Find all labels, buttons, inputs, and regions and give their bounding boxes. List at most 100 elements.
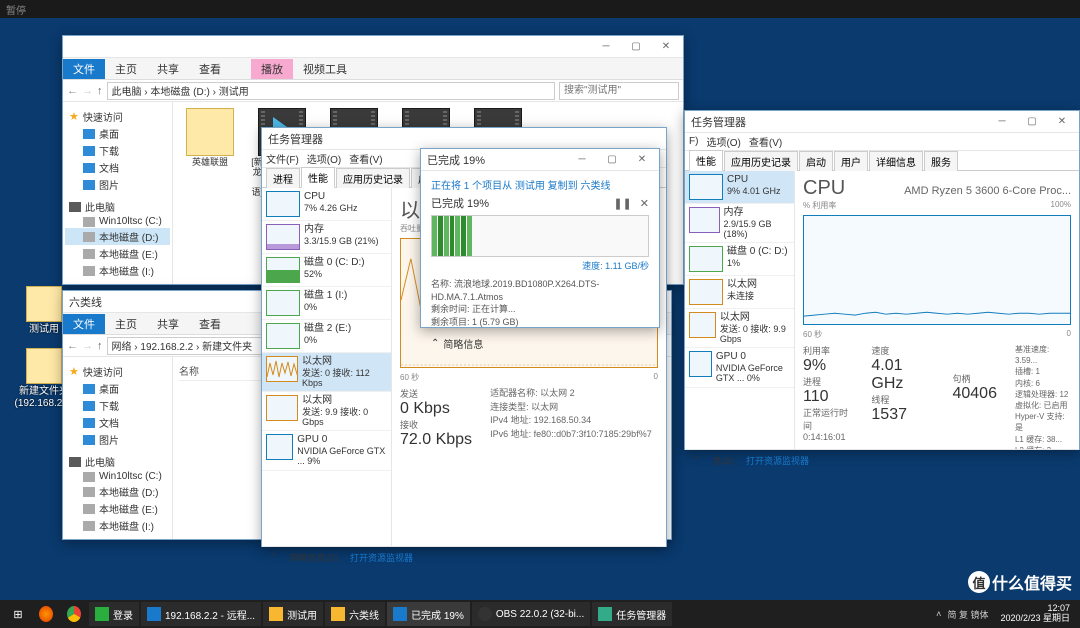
nav-pictures[interactable]: 图片: [65, 176, 170, 193]
cancel-button[interactable]: ✕: [640, 197, 649, 210]
search-input[interactable]: [559, 82, 679, 100]
start-button[interactable]: ⊞: [4, 600, 32, 628]
taskbar-item-obs[interactable]: OBS 22.0.2 (32-bi...: [472, 602, 590, 626]
tab-performance[interactable]: 性能: [689, 150, 723, 171]
tab-view[interactable]: 查看: [189, 59, 231, 79]
titlebar[interactable]: 已完成 19% ─▢✕: [421, 149, 659, 171]
nav-downloads[interactable]: 下载: [65, 142, 170, 159]
perf-item-gpu[interactable]: GPU 0NVIDIA GeForce GTX ... 0%: [685, 348, 794, 387]
menu-view[interactable]: 查看(V): [749, 134, 782, 149]
tab-startup[interactable]: 启动: [799, 151, 833, 171]
menu-view[interactable]: 查看(V): [349, 151, 382, 166]
open-resmon-link[interactable]: 打开资源监视器: [350, 551, 413, 564]
tab-history[interactable]: 应用历史记录: [336, 168, 410, 188]
chevron-up-icon[interactable]: ⌃: [693, 455, 701, 466]
perf-item-gpu[interactable]: GPU 0NVIDIA GeForce GTX ... 9%: [262, 431, 391, 470]
nav-documents[interactable]: 文档: [65, 414, 170, 431]
copy-more-toggle[interactable]: ⌃简略信息: [431, 336, 649, 351]
task-manager-right[interactable]: 任务管理器 ─▢✕ F) 选项(O) 查看(V) 性能 应用历史记录 启动 用户…: [684, 110, 1080, 450]
nav-documents[interactable]: 文档: [65, 159, 170, 176]
taskbar-item-six[interactable]: 六类线: [325, 602, 385, 626]
tab-processes[interactable]: 进程: [266, 168, 300, 188]
tab-users[interactable]: 用户: [834, 151, 868, 171]
perf-item-eth1[interactable]: 以太网发送: 0 接收: 9.9 Gbps: [685, 309, 794, 348]
perf-item-disk1[interactable]: 磁盘 1 (I:)0%: [262, 287, 391, 320]
minimize-button[interactable]: ─: [591, 37, 621, 57]
taskbar-clock[interactable]: 12:072020/2/23 星期日: [994, 604, 1076, 624]
maximize-button[interactable]: ▢: [597, 150, 627, 170]
nav-drive-e[interactable]: 本地磁盘 (E:): [65, 245, 170, 262]
chevron-up-icon[interactable]: ⌃: [270, 552, 278, 563]
tab-details[interactable]: 详细信息: [869, 151, 923, 171]
taskbar-item-tm[interactable]: 任务管理器: [592, 602, 672, 626]
tab-video-tools[interactable]: 视频工具: [293, 59, 357, 79]
taskbar-item-copy[interactable]: 已完成 19%: [387, 602, 470, 626]
tab-home[interactable]: 主页: [105, 59, 147, 79]
tab-performance[interactable]: 性能: [301, 167, 335, 188]
perf-item-disk0[interactable]: 磁盘 0 (C: D:)1%: [685, 243, 794, 276]
ime-indicator[interactable]: 简 复 镜体: [947, 608, 988, 621]
menu-options[interactable]: 选项(O): [307, 151, 341, 166]
perf-item-disk0[interactable]: 磁盘 0 (C: D:)52%: [262, 254, 391, 287]
open-resmon-link[interactable]: 打开资源监视器: [746, 454, 809, 467]
menu-file[interactable]: F): [689, 136, 698, 147]
menu-options[interactable]: 选项(O): [706, 134, 740, 149]
nav-drive-i[interactable]: 本地磁盘 (I:): [65, 517, 170, 534]
tab-play[interactable]: 播放: [251, 59, 293, 79]
pause-button[interactable]: ❚❚: [613, 197, 631, 210]
nav-thispc[interactable]: 此电脑: [69, 199, 170, 214]
nav-thispc[interactable]: 此电脑: [69, 454, 170, 469]
nav-drive-d[interactable]: 本地磁盘 (D:): [65, 483, 170, 500]
minimize-button[interactable]: ─: [567, 150, 597, 170]
close-button[interactable]: ✕: [651, 37, 681, 57]
perf-item-disk2[interactable]: 磁盘 2 (E:)0%: [262, 320, 391, 353]
nav-fwd-icon[interactable]: →: [82, 85, 93, 97]
maximize-button[interactable]: ▢: [621, 37, 651, 57]
nav-up-icon[interactable]: ↑: [97, 340, 103, 352]
taskbar-item-rdp[interactable]: 192.168.2.2 - 远程...: [141, 602, 261, 626]
nav-drive-i[interactable]: 本地磁盘 (I:): [65, 262, 170, 279]
address-bar[interactable]: 此电脑 › 本地磁盘 (D:) › 测试用: [107, 82, 556, 100]
titlebar[interactable]: 任务管理器 ─▢✕: [685, 111, 1079, 133]
file-item-folder[interactable]: 英雄联盟: [179, 108, 241, 168]
nav-pictures[interactable]: 图片: [65, 431, 170, 448]
nav-fwd-icon[interactable]: →: [82, 340, 93, 352]
nav-quick-access[interactable]: ★快速访问: [69, 364, 170, 379]
tab-share[interactable]: 共享: [147, 59, 189, 79]
close-button[interactable]: ✕: [1047, 112, 1077, 132]
tab-services[interactable]: 服务: [924, 151, 958, 171]
close-button[interactable]: ✕: [627, 150, 657, 170]
menu-file[interactable]: 文件(F): [266, 151, 299, 166]
nav-quick-access[interactable]: ★快速访问: [69, 109, 170, 124]
nav-up-icon[interactable]: ↑: [97, 85, 103, 97]
nav-desktop[interactable]: 桌面: [65, 125, 170, 142]
perf-item-cpu[interactable]: CPU7% 4.26 GHz: [262, 188, 391, 221]
perf-item-eth1[interactable]: 以太网发送: 9.9 接收: 0 Gbps: [262, 392, 391, 431]
less-info-link[interactable]: 简略信息(D): [290, 551, 339, 564]
taskbar-app-browser[interactable]: [61, 602, 87, 626]
titlebar[interactable]: ─ ▢ ✕: [63, 36, 683, 58]
perf-item-cpu[interactable]: CPU9% 4.01 GHz: [685, 171, 794, 204]
nav-drive-e[interactable]: 本地磁盘 (E:): [65, 500, 170, 517]
tab-share[interactable]: 共享: [147, 314, 189, 334]
nav-downloads[interactable]: 下载: [65, 397, 170, 414]
system-tray[interactable]: ˄ 简 复 镜体: [930, 608, 994, 621]
nav-back-icon[interactable]: ←: [67, 85, 78, 97]
copy-progress-dialog[interactable]: 已完成 19% ─▢✕ 正在将 1 个项目从 测试用 复制到 六类线 已完成 1…: [420, 148, 660, 328]
nav-back-icon[interactable]: ←: [67, 340, 78, 352]
tab-file[interactable]: 文件: [63, 314, 105, 334]
nav-drive-c[interactable]: Win10ltsc (C:): [65, 215, 170, 228]
tab-view[interactable]: 查看: [189, 314, 231, 334]
tab-history[interactable]: 应用历史记录: [724, 151, 798, 171]
perf-item-memory[interactable]: 内存3.3/15.9 GB (21%): [262, 221, 391, 254]
taskbar-app-firefox[interactable]: [33, 602, 59, 626]
perf-item-eth0[interactable]: 以太网未连接: [685, 276, 794, 309]
perf-item-memory[interactable]: 内存2.9/15.9 GB (18%): [685, 204, 794, 243]
nav-drive-c[interactable]: Win10ltsc (C:): [65, 470, 170, 483]
titlebar[interactable]: 任务管理器: [262, 128, 666, 150]
tab-home[interactable]: 主页: [105, 314, 147, 334]
perf-item-eth0[interactable]: 以太网发送: 0 接收: 112 Kbps: [262, 353, 391, 392]
taskbar-item-test[interactable]: 测试用: [263, 602, 323, 626]
tab-file[interactable]: 文件: [63, 59, 105, 79]
minimize-button[interactable]: ─: [987, 112, 1017, 132]
